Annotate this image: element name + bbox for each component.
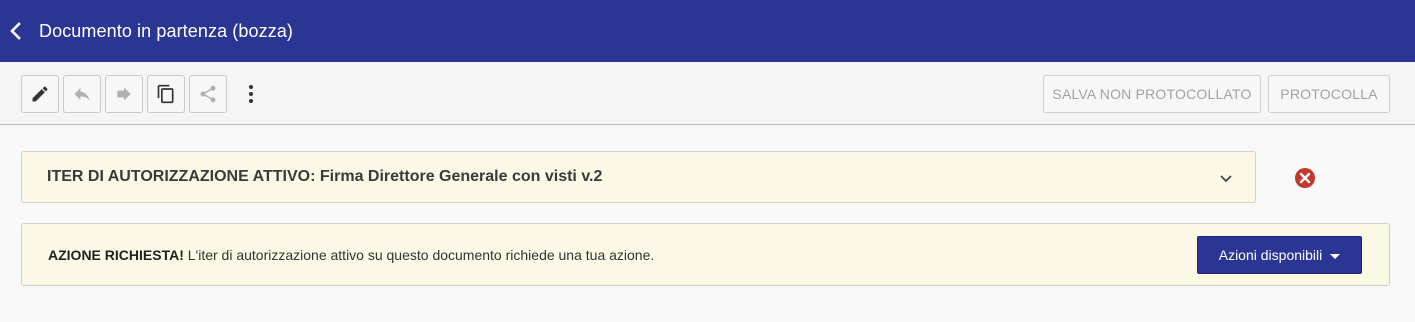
redo-button[interactable] xyxy=(105,75,143,113)
share-icon xyxy=(200,85,216,103)
undo-button[interactable] xyxy=(63,75,101,113)
action-required-message: AZIONE RICHIESTA! L'iter di autorizzazio… xyxy=(48,247,654,263)
authorization-iter-panel[interactable]: ITER DI AUTORIZZAZIONE ATTIVO: Firma Dir… xyxy=(21,151,1256,203)
copy-button[interactable] xyxy=(147,75,185,113)
page-title: Documento in partenza (bozza) xyxy=(39,20,294,41)
action-required-panel: AZIONE RICHIESTA! L'iter di autorizzazio… xyxy=(21,223,1390,286)
edit-button[interactable] xyxy=(21,75,59,113)
iter-label-prefix: ITER DI AUTORIZZAZIONE ATTIVO: xyxy=(47,168,316,185)
iter-title: ITER DI AUTORIZZAZIONE ATTIVO: Firma Dir… xyxy=(47,168,602,186)
pencil-icon xyxy=(32,86,48,102)
more-vert-icon xyxy=(249,85,253,103)
caret-down-icon xyxy=(1330,253,1341,259)
more-options-button[interactable] xyxy=(238,75,264,113)
app-header: Documento in partenza (bozza) xyxy=(0,0,1415,62)
undo-icon xyxy=(74,88,90,101)
available-actions-label: Azioni disponibili xyxy=(1218,247,1323,263)
chevron-left-icon xyxy=(10,22,21,40)
share-button[interactable] xyxy=(189,75,227,113)
save-unregistered-button[interactable]: SALVA NON PROTOCOLLATO xyxy=(1043,75,1261,113)
register-button[interactable]: PROTOCOLLA xyxy=(1268,75,1390,113)
back-button[interactable] xyxy=(2,17,30,45)
document-toolbar: SALVA NON PROTOCOLLATO PROTOCOLLA xyxy=(0,62,1415,125)
action-required-text: L'iter di autorizzazione attivo su quest… xyxy=(187,246,655,263)
redo-icon xyxy=(117,87,131,101)
close-circle-icon[interactable] xyxy=(1294,167,1316,189)
copy-icon xyxy=(157,84,174,104)
available-actions-button[interactable]: Azioni disponibili xyxy=(1197,236,1362,274)
iter-label-value: Firma Direttore Generale con visti v.2 xyxy=(319,168,603,185)
action-required-label: AZIONE RICHIESTA! xyxy=(48,246,184,263)
chevron-down-icon[interactable] xyxy=(1217,169,1235,187)
